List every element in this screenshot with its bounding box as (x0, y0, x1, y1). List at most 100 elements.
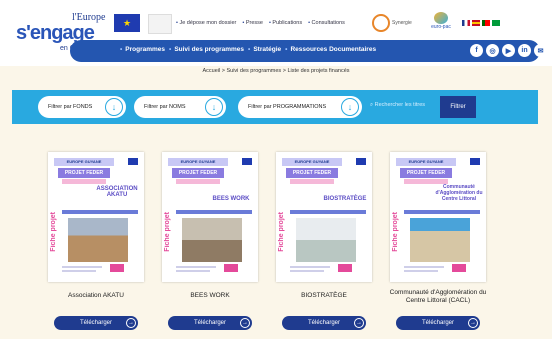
poster-logo-badge (110, 264, 124, 272)
poster-vertical-label: Fiche projet (164, 212, 171, 252)
filter-bar: Filtrer par FONDS ↓ Filtrer par NOMS ↓ F… (12, 90, 538, 124)
project-card: EUROPE GUYANE PROJET FEDER Communauté d'… (386, 146, 490, 338)
top-link-depot[interactable]: Je dépose mon dossier (176, 20, 236, 26)
poster-blue-strip (62, 210, 138, 214)
europac-logo[interactable]: euro-pac (428, 12, 454, 36)
flag-br-icon[interactable] (492, 20, 500, 26)
download-label: Télécharger (421, 320, 454, 326)
breadcrumb: Accueil > Suivi des programmes > Liste d… (202, 68, 350, 74)
download-label: Télécharger (79, 320, 112, 326)
poster-text-line (62, 266, 102, 268)
poster-vertical-label: Fiche projet (50, 212, 57, 252)
nav-item-programmes[interactable]: Programmes (120, 46, 165, 53)
nav-item-label: Ressources Documentaires (290, 46, 377, 53)
poster-text-line (176, 270, 210, 272)
poster-band-date (176, 179, 220, 184)
nav-item-ressources[interactable]: Ressources Documentaires (285, 46, 376, 53)
filter-noms-label: Filtrer par NOMS (144, 104, 186, 110)
filter-programmations-select[interactable]: Filtrer par PROGRAMMATIONS ↓ (238, 96, 362, 118)
poster-band-europe: EUROPE GUYANE (396, 158, 456, 166)
poster-band-europe: EUROPE GUYANE (168, 158, 228, 166)
filter-fonds-select[interactable]: Filtrer par FONDS ↓ (38, 96, 126, 118)
poster-photo (68, 218, 128, 262)
poster-text-line (176, 266, 216, 268)
project-poster-thumbnail[interactable]: EUROPE GUYANE PROJET FEDER BEES WORK Fic… (162, 152, 258, 282)
poster-vertical-label: Fiche projet (278, 212, 285, 252)
top-links: Je dépose mon dossier Presse Publication… (176, 20, 345, 26)
language-switcher (462, 20, 500, 26)
top-link-presse[interactable]: Presse (242, 20, 263, 26)
project-title: BIOSTRATÈGE (301, 292, 347, 299)
flag-es-icon[interactable] (472, 20, 480, 26)
arrow-down-icon: ↓ (205, 98, 223, 116)
arrow-right-icon: → (240, 318, 250, 328)
search-placeholder: Rechercher les titres (374, 102, 426, 108)
project-poster-thumbnail[interactable]: EUROPE GUYANE PROJET FEDER BIOSTRATÈGE F… (276, 152, 372, 282)
download-button[interactable]: Télécharger → (168, 316, 252, 330)
nav-item-suivi[interactable]: Suivi des programmes (169, 46, 244, 53)
poster-blue-strip (176, 210, 252, 214)
filter-button[interactable]: Filtrer (440, 96, 476, 118)
poster-band-feder: PROJET FEDER (400, 168, 452, 178)
poster-band-europe: EUROPE GUYANE (282, 158, 342, 166)
poster-photo (296, 218, 356, 262)
poster-text-line (62, 270, 96, 272)
poster-band-europe: EUROPE GUYANE (54, 158, 114, 166)
social-links: f ◎ ▶ in ✉ (470, 44, 547, 57)
youtube-icon[interactable]: ▶ (502, 44, 515, 57)
poster-band-feder: PROJET FEDER (172, 168, 224, 178)
mail-icon[interactable]: ✉ (534, 44, 547, 57)
nav-item-label: Programmes (125, 46, 166, 53)
eu-flag-icon: ★ (114, 14, 140, 32)
eu-flag-icon (242, 158, 252, 165)
project-poster-thumbnail[interactable]: EUROPE GUYANE PROJET FEDER Communauté d'… (390, 152, 486, 282)
nav-item-label: Suivi des programmes (174, 46, 245, 53)
poster-photo (182, 218, 242, 262)
poster-project-name: Communauté d'Agglomération du Centre Lit… (435, 184, 483, 202)
poster-text-line (404, 266, 444, 268)
search-input[interactable]: ⌕ Rechercher les titres (370, 102, 425, 109)
main-nav: Programmes Suivi des programmes Stratégi… (70, 40, 547, 62)
poster-vertical-label: Fiche projet (392, 212, 399, 252)
poster-logo-badge (452, 264, 466, 272)
eu-flag-icon (128, 158, 138, 165)
download-button[interactable]: Télécharger → (282, 316, 366, 330)
project-poster-thumbnail[interactable]: EUROPE GUYANE PROJET FEDER ASSOCIATION A… (48, 152, 144, 282)
top-link-consultations[interactable]: Consultations (308, 20, 345, 26)
eu-flag-icon (470, 158, 480, 165)
poster-band-feder: PROJET FEDER (58, 168, 110, 178)
europac-label: euro-pac (431, 24, 451, 30)
top-link-publications[interactable]: Publications (269, 20, 302, 26)
poster-logo-badge (224, 264, 238, 272)
poster-project-name: ASSOCIATION AKATU (96, 186, 138, 198)
linkedin-icon[interactable]: in (518, 44, 531, 57)
project-title: Communauté d'Agglomération du Centre Lit… (389, 289, 487, 304)
project-title: BEES WORK (190, 292, 230, 299)
site-header: l'Europe s'engage en Guyane ★ Je dépose … (0, 0, 552, 66)
arrow-right-icon: → (468, 318, 478, 328)
prefet-logo (148, 14, 172, 34)
filter-noms-select[interactable]: Filtrer par NOMS ↓ (134, 96, 226, 118)
europac-mark-icon (434, 12, 448, 24)
poster-text-line (290, 266, 330, 268)
poster-band-feder: PROJET FEDER (286, 168, 338, 178)
poster-blue-strip (290, 210, 366, 214)
project-card: EUROPE GUYANE PROJET FEDER ASSOCIATION A… (44, 146, 148, 338)
synergie-label: Synergie (392, 20, 412, 26)
poster-logo-badge (338, 264, 352, 272)
arrow-down-icon: ↓ (341, 98, 359, 116)
page: l'Europe s'engage en Guyane ★ Je dépose … (0, 0, 552, 339)
poster-photo (410, 218, 470, 262)
poster-band-date (290, 179, 334, 184)
facebook-icon[interactable]: f (470, 44, 483, 57)
flag-uk-icon[interactable] (462, 20, 470, 26)
download-button[interactable]: Télécharger → (54, 316, 138, 330)
download-button[interactable]: Télécharger → (396, 316, 480, 330)
instagram-icon[interactable]: ◎ (486, 44, 499, 57)
nav-item-strategie[interactable]: Stratégie (248, 46, 281, 53)
synergie-logo[interactable]: Synergie (372, 12, 424, 34)
poster-project-name: BIOSTRATÈGE (323, 196, 367, 202)
arrow-right-icon: → (126, 318, 136, 328)
eu-flag-icon (356, 158, 366, 165)
flag-pt-icon[interactable] (482, 20, 490, 26)
